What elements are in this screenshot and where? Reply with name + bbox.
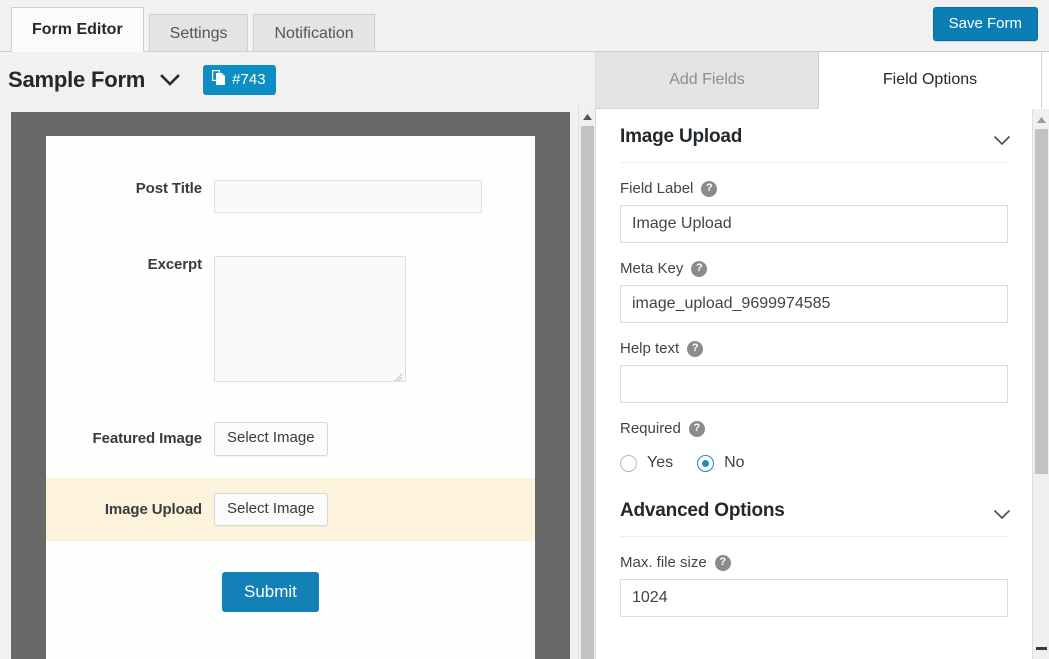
tab-field-options[interactable]: Field Options bbox=[819, 52, 1042, 109]
required-radio-yes-label: Yes bbox=[647, 454, 674, 471]
post-title-input[interactable] bbox=[214, 180, 482, 213]
field-group-required: Required ? Yes No bbox=[620, 403, 1008, 472]
field-group-meta-key: Meta Key ? bbox=[620, 243, 1008, 323]
tab-form-editor-label: Form Editor bbox=[32, 21, 123, 38]
help-icon[interactable]: ? bbox=[688, 420, 705, 437]
chevron-down-icon[interactable] bbox=[159, 69, 181, 91]
meta-key-input[interactable] bbox=[620, 285, 1008, 323]
panel-tabs: Add Fields Field Options bbox=[596, 52, 1049, 109]
section-collapse-chevron-icon[interactable] bbox=[994, 133, 1010, 145]
scroll-down-arrow-icon[interactable] bbox=[1033, 640, 1049, 657]
preview-backdrop: Post Title Excerpt Featured Image Select… bbox=[11, 112, 570, 659]
preview-scrollbar-thumb[interactable] bbox=[581, 126, 594, 659]
preview-field-featured-image[interactable]: Featured Image Select Image bbox=[46, 382, 535, 456]
form-preview-card: Post Title Excerpt Featured Image Select… bbox=[46, 136, 535, 659]
tab-settings-label: Settings bbox=[169, 24, 228, 42]
help-icon[interactable]: ? bbox=[691, 260, 708, 277]
required-radio-no-label: No bbox=[724, 454, 745, 471]
tab-add-fields-label: Add Fields bbox=[669, 71, 745, 88]
field-label-input[interactable] bbox=[620, 205, 1008, 243]
help-icon[interactable]: ? bbox=[701, 180, 718, 197]
preview-label-image-upload: Image Upload bbox=[104, 500, 202, 518]
excerpt-textarea[interactable] bbox=[214, 256, 406, 382]
help-text-label-text: Help text bbox=[620, 340, 680, 357]
field-group-help-text: Help text ? bbox=[620, 323, 1008, 403]
required-radio-no[interactable] bbox=[697, 454, 715, 472]
label-help-text: Help text ? bbox=[620, 340, 1008, 357]
field-options-scrollbar[interactable] bbox=[1032, 109, 1049, 659]
preview-label-excerpt: Excerpt bbox=[147, 256, 202, 273]
meta-key-label-text: Meta Key bbox=[620, 260, 684, 277]
main-tabs: Form Editor Settings Notification bbox=[11, 7, 380, 52]
max-file-size-input[interactable] bbox=[620, 579, 1008, 617]
required-radio-group: Yes No bbox=[620, 445, 1008, 472]
form-id-badge-label: #743 bbox=[232, 71, 266, 88]
form-preview-area: Post Title Excerpt Featured Image Select… bbox=[0, 105, 595, 659]
tab-notification-label: Notification bbox=[274, 24, 354, 42]
resize-handle-icon[interactable] bbox=[393, 369, 403, 382]
advanced-options-title: Advanced Options bbox=[620, 500, 785, 521]
tab-add-fields[interactable]: Add Fields bbox=[596, 52, 819, 109]
form-title-row: Sample Form #743 bbox=[0, 56, 595, 104]
label-field-label: Field Label ? bbox=[620, 180, 1008, 197]
help-icon[interactable]: ? bbox=[687, 340, 704, 357]
field-options-body: Image Upload Field Label ? Meta Key bbox=[596, 109, 1032, 659]
section-title: Image Upload bbox=[620, 126, 743, 147]
max-file-size-label-text: Max. file size bbox=[620, 554, 707, 571]
help-icon[interactable]: ? bbox=[714, 554, 731, 571]
tab-field-options-label: Field Options bbox=[882, 71, 978, 88]
section-header-advanced-options[interactable]: Advanced Options bbox=[620, 483, 1010, 537]
field-label-text: Field Label bbox=[620, 180, 694, 197]
tab-form-editor[interactable]: Form Editor bbox=[11, 7, 144, 52]
field-options-panel: Add Fields Field Options Image Upload Fi… bbox=[595, 52, 1049, 659]
scroll-up-arrow-icon[interactable] bbox=[579, 108, 595, 125]
image-upload-select-button[interactable]: Select Image bbox=[214, 492, 328, 526]
field-group-max-file-size: Max. file size ? bbox=[620, 537, 1008, 617]
field-options-scrollbar-thumb[interactable] bbox=[1035, 129, 1048, 474]
preview-field-excerpt[interactable]: Excerpt bbox=[46, 213, 535, 382]
featured-image-select-button[interactable]: Select Image bbox=[214, 422, 328, 456]
required-label-text: Required bbox=[620, 420, 681, 437]
required-radio-yes[interactable] bbox=[620, 454, 637, 472]
label-required: Required ? bbox=[620, 420, 1008, 437]
section-header-image-upload[interactable]: Image Upload bbox=[620, 109, 1010, 163]
save-form-button[interactable]: Save Form bbox=[932, 7, 1038, 41]
label-max-file-size: Max. file size ? bbox=[620, 554, 1008, 571]
page-title: Sample Form bbox=[8, 67, 146, 92]
scroll-up-arrow-icon[interactable] bbox=[1033, 111, 1049, 128]
preview-label-featured-image: Featured Image bbox=[92, 430, 203, 448]
preview-submit-row: Submit bbox=[46, 541, 535, 612]
preview-label-post-title: Post Title bbox=[135, 180, 202, 197]
tab-notification[interactable]: Notification bbox=[253, 14, 375, 52]
submit-button[interactable]: Submit bbox=[222, 572, 319, 612]
label-meta-key: Meta Key ? bbox=[620, 260, 1008, 277]
advanced-collapse-chevron-icon[interactable] bbox=[994, 507, 1010, 519]
preview-field-post-title[interactable]: Post Title bbox=[46, 136, 535, 213]
tab-settings[interactable]: Settings bbox=[148, 14, 249, 52]
form-id-badge[interactable]: #743 bbox=[203, 65, 276, 95]
help-text-input[interactable] bbox=[620, 365, 1008, 403]
form-builder-screen: Form Editor Settings Notification Save F… bbox=[0, 0, 1049, 659]
field-group-field-label: Field Label ? bbox=[620, 163, 1008, 243]
top-tab-bar: Form Editor Settings Notification Save F… bbox=[0, 0, 1049, 52]
preview-field-image-upload[interactable]: Image Upload Select Image bbox=[46, 477, 535, 541]
preview-scrollbar[interactable] bbox=[578, 105, 595, 659]
copy-icon bbox=[212, 70, 226, 89]
